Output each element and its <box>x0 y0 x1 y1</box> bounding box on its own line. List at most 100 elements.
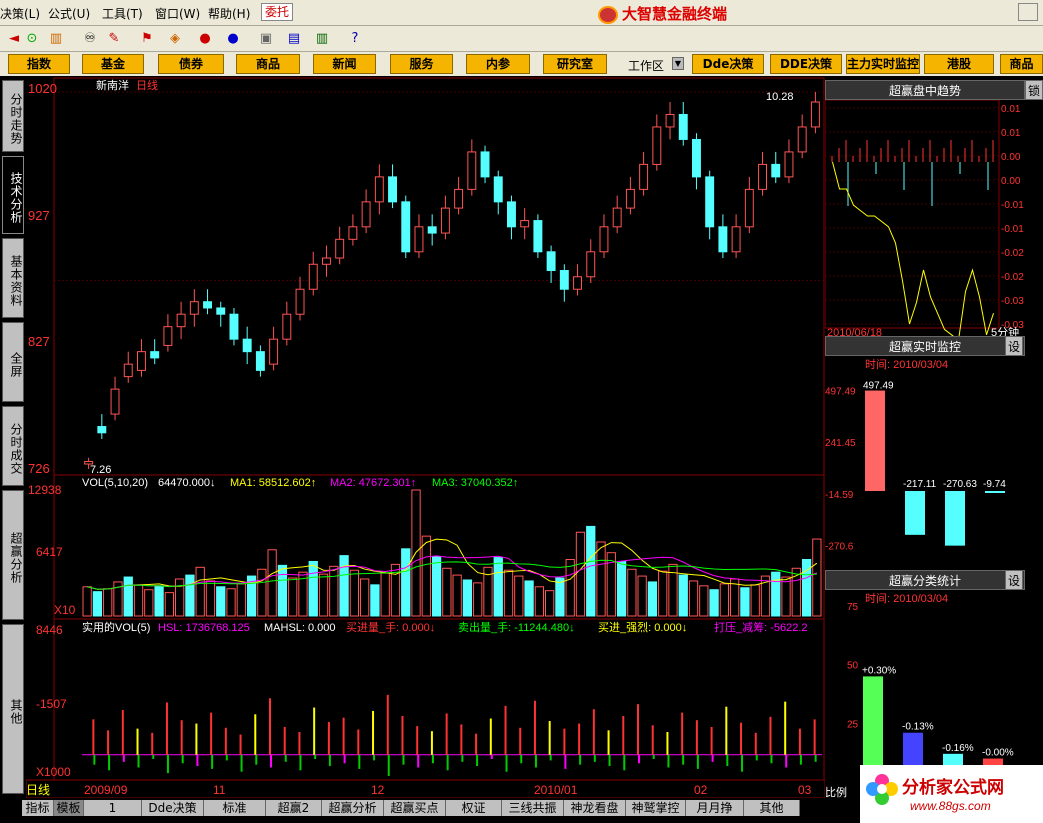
realtime-value: -270.63 <box>943 479 977 490</box>
btab-dragon[interactable]: 神龙看盘 <box>564 800 626 816</box>
vol-multiplier: X10 <box>54 603 76 617</box>
camera-icon[interactable]: ▣ <box>256 29 276 49</box>
candle-body <box>427 226 437 234</box>
candle-body <box>282 313 292 340</box>
candle-body <box>559 270 569 290</box>
btab-super2[interactable]: 超赢2 <box>266 800 322 816</box>
period-label: 日线 <box>26 783 50 797</box>
intraday-tick: 0.01 <box>1001 128 1021 139</box>
window-icon[interactable]: ▤ <box>284 29 304 49</box>
btab-other[interactable]: 其他 <box>744 800 800 816</box>
workzone-label: 工作区 <box>628 59 665 73</box>
volume-bar <box>267 549 277 617</box>
nav-hk-stock[interactable]: 港股 <box>924 54 994 74</box>
classstat-value: -0.00% <box>982 748 1014 759</box>
candle-body <box>520 220 530 228</box>
nav-dde-decision-2[interactable]: DDE决策 <box>770 54 842 74</box>
nav-commodity[interactable]: 商品 <box>236 54 300 74</box>
candle-body <box>546 251 556 272</box>
volume-bar <box>627 568 637 617</box>
volume-bar <box>195 566 205 617</box>
menu-decision[interactable]: 决策(L) <box>0 5 40 22</box>
nav-fund[interactable]: 基金 <box>82 54 144 74</box>
volume-bar <box>750 584 760 617</box>
btab-warrant[interactable]: 权证 <box>446 800 502 816</box>
intraday-tick: -0.02 <box>1001 248 1024 259</box>
workzone-dropdown-icon[interactable]: ▼ <box>672 57 684 70</box>
candle-body <box>269 338 279 365</box>
volume-bar <box>133 584 144 617</box>
classstat-settings-button[interactable]: 设 <box>1005 570 1023 590</box>
nav-commodity-2[interactable]: 商品 <box>1000 54 1043 74</box>
diamond-icon[interactable]: ◈ <box>165 29 185 49</box>
chart-svg: 1020 927 827 726 12938 6417 X10 8446 -15… <box>25 76 826 799</box>
menu-window[interactable]: 窗口(W) <box>155 5 200 22</box>
classstat-tick: 75 <box>847 602 859 613</box>
menu-formula[interactable]: 公式(U) <box>48 5 90 22</box>
lock-button[interactable]: 锁 <box>1025 80 1043 100</box>
btab-monthly[interactable]: 月月挣 <box>686 800 744 816</box>
intraday-trend-chart: 0.01 0.01 0.00 0.00 -0.01 -0.01 -0.02 -0.02 -0.0… <box>825 100 1024 340</box>
nav-service[interactable]: 服务 <box>390 54 453 74</box>
blue-circle-icon[interactable]: ● <box>223 29 243 49</box>
nav-dde-decision[interactable]: Dde决策 <box>692 54 764 74</box>
btab-standard[interactable]: 标准 <box>204 800 266 816</box>
megaphone-icon[interactable]: ✎ <box>104 29 124 49</box>
candle-body <box>507 201 516 228</box>
tab-trades[interactable]: 分时成交 <box>2 406 24 486</box>
y-tick-726: 726 <box>28 461 50 476</box>
volume-bar <box>257 568 267 617</box>
nav-news[interactable]: 新闻 <box>313 54 376 74</box>
candle-body <box>150 351 160 359</box>
volume-bar <box>277 564 288 617</box>
volume-bar <box>658 570 668 617</box>
volume-bar <box>575 531 586 617</box>
x-label-2: 11 <box>213 783 226 797</box>
tab-fullscreen[interactable]: 全屏 <box>2 322 24 402</box>
realtime-value: -217.11 <box>903 479 937 490</box>
btab-super-analysis[interactable]: 超赢分析 <box>322 800 384 816</box>
tab-other[interactable]: 其他 <box>2 624 24 794</box>
volume-bar <box>586 525 596 617</box>
nav-insider[interactable]: 内参 <box>466 54 530 74</box>
ratio-label: 比例 <box>825 785 847 799</box>
btab-three-line[interactable]: 三线共振 <box>502 800 564 816</box>
entrust-button[interactable]: 委托 <box>261 3 293 21</box>
nav-bond[interactable]: 债券 <box>158 54 224 74</box>
btab-1[interactable]: 1 <box>84 800 142 816</box>
realtime-settings-button[interactable]: 设 <box>1005 336 1023 356</box>
volume-bar <box>524 580 534 617</box>
flag-icon[interactable]: ⚑ <box>137 29 157 49</box>
books-icon[interactable]: ▥ <box>312 29 332 49</box>
x-label-4: 2010/01 <box>534 783 578 797</box>
volume-bar <box>329 565 339 617</box>
window-control[interactable] <box>1018 3 1038 21</box>
btab-indicator[interactable]: 指标 <box>22 800 54 816</box>
btab-dde[interactable]: Dde决策 <box>142 800 204 816</box>
chart-bars-icon[interactable]: ▥ <box>46 29 66 49</box>
tab-fundamentals[interactable]: 基本资料 <box>2 238 24 318</box>
menu-help[interactable]: 帮助(H) <box>208 5 250 22</box>
candle-body <box>533 220 543 253</box>
nav-main-monitor[interactable]: 主力实时监控 <box>846 54 920 74</box>
glasses-icon[interactable]: ⊙ <box>22 29 42 49</box>
tab-technical[interactable]: 技术分析 <box>2 156 24 234</box>
classstat-time: 时间: 2010/03/04 <box>865 592 948 605</box>
binoculars-icon[interactable]: ♾ <box>80 29 100 49</box>
btab-template[interactable]: 模板 <box>54 800 84 816</box>
btab-eagle[interactable]: 神鹫掌控 <box>626 800 686 816</box>
nav-index[interactable]: 指数 <box>8 54 70 74</box>
tab-intraday[interactable]: 分时走势 <box>2 80 24 152</box>
back-icon[interactable]: ◄ <box>4 29 24 49</box>
candle-body <box>361 201 371 228</box>
candle-body <box>388 176 398 203</box>
btab-super-buy[interactable]: 超赢买点 <box>384 800 446 816</box>
nav-research[interactable]: 研究室 <box>543 54 607 74</box>
intraday-tick: 0.01 <box>1001 104 1021 115</box>
red-circle-icon[interactable]: ● <box>195 29 215 49</box>
nav-bar: 指数 基金 债券 商品 新闻 服务 内参 研究室 工作区 ▼ Dde决策 DDE… <box>0 52 1043 76</box>
help-cursor-icon[interactable]: ? <box>345 29 365 49</box>
realtime-bar <box>865 390 885 491</box>
tab-super-analysis[interactable]: 超赢分析 <box>2 490 24 620</box>
menu-tools[interactable]: 工具(T) <box>102 5 143 22</box>
